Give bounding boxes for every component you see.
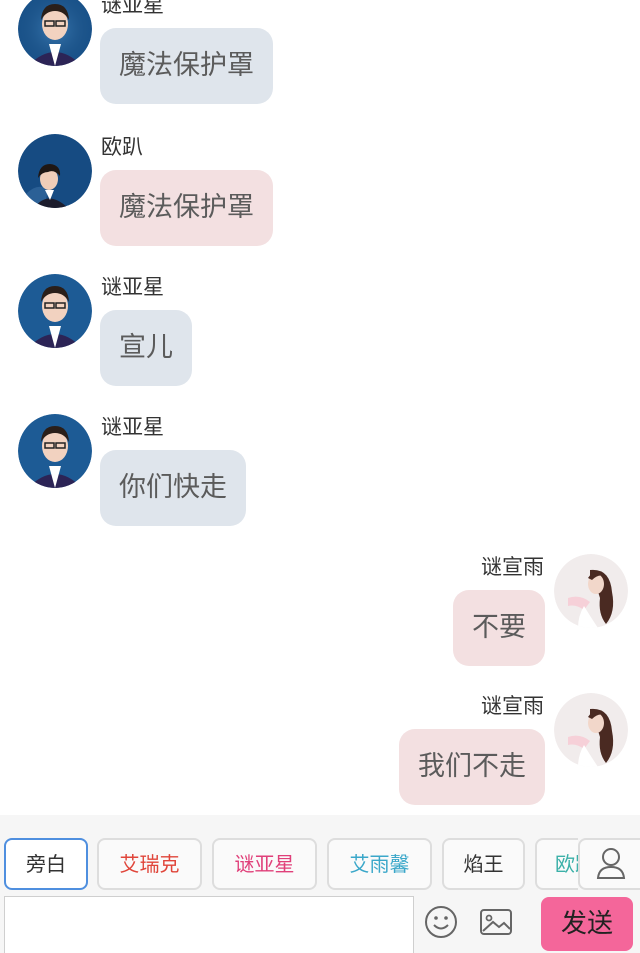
message-bubble[interactable]: 宣儿 xyxy=(100,310,192,386)
glasses-boy-avatar[interactable] xyxy=(18,0,92,66)
sender-name: 谜亚星 xyxy=(101,275,164,299)
composer-panel: 旁白 艾瑞克 谜亚星 艾雨馨 焰王 欧趴 发送 xyxy=(0,815,640,953)
smiley-icon xyxy=(425,906,457,938)
image-button[interactable] xyxy=(476,902,516,942)
sender-name: 谜宣雨 xyxy=(481,555,544,579)
role-chip[interactable]: 谜亚星 xyxy=(212,838,317,890)
message-bubble[interactable]: 你们快走 xyxy=(100,450,246,526)
chat-area: 谜亚星 魔法保护罩 欧趴 魔法保护罩 谜亚星 宣儿 谜亚星 你们快走 谜宣雨 不… xyxy=(0,0,640,815)
role-chip[interactable]: 艾瑞克 xyxy=(97,838,202,890)
boy-avatar[interactable] xyxy=(18,134,92,208)
message-bubble[interactable]: 魔法保护罩 xyxy=(100,170,273,246)
role-chip[interactable]: 焰王 xyxy=(442,838,525,890)
role-manage-button[interactable] xyxy=(578,838,640,890)
message-input[interactable] xyxy=(4,896,414,953)
message: 谜亚星 你们快走 xyxy=(0,414,640,534)
sender-name: 谜亚星 xyxy=(101,415,164,439)
role-chip[interactable]: 欧趴 xyxy=(535,838,578,890)
message-bubble[interactable]: 魔法保护罩 xyxy=(100,28,273,104)
emoji-button[interactable] xyxy=(421,902,461,942)
send-button[interactable]: 发送 xyxy=(541,897,633,951)
message: 谜亚星 魔法保护罩 xyxy=(0,0,640,112)
message: 欧趴 魔法保护罩 xyxy=(0,134,640,254)
message-bubble[interactable]: 不要 xyxy=(453,590,545,666)
glasses-boy-avatar[interactable] xyxy=(18,274,92,348)
role-chip-narrator[interactable]: 旁白 xyxy=(4,838,88,890)
role-selector: 旁白 艾瑞克 谜亚星 艾雨馨 焰王 欧趴 xyxy=(0,815,578,893)
role-chip[interactable]: 艾雨馨 xyxy=(327,838,432,890)
message: 谜亚星 宣儿 xyxy=(0,274,640,394)
girl-avatar[interactable] xyxy=(554,693,628,767)
sender-name: 欧趴 xyxy=(101,135,143,159)
image-icon xyxy=(480,909,512,935)
girl-avatar[interactable] xyxy=(554,554,628,628)
user-icon xyxy=(596,848,626,879)
message-bubble[interactable]: 我们不走 xyxy=(399,729,545,805)
message: 谜宣雨 不要 xyxy=(0,554,640,674)
glasses-boy-avatar[interactable] xyxy=(18,414,92,488)
sender-name: 谜亚星 xyxy=(101,0,164,17)
message: 谜宣雨 我们不走 xyxy=(0,693,640,813)
input-row: 发送 xyxy=(0,894,640,953)
sender-name: 谜宣雨 xyxy=(481,694,544,718)
